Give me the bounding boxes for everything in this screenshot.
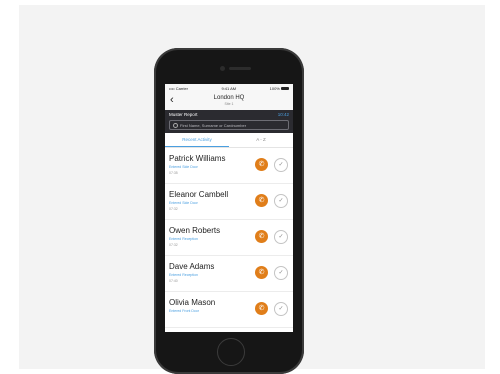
checkmark-icon[interactable]: ✓ bbox=[274, 194, 288, 208]
person-time: 07:32 bbox=[169, 207, 178, 211]
list-item[interactable]: Dave Adams Entered Reception 07:40 ✆ ✓ bbox=[165, 256, 293, 292]
battery-icon bbox=[280, 87, 289, 91]
report-label: Muster Report bbox=[169, 112, 198, 117]
phone-icon[interactable]: ✆ bbox=[255, 302, 268, 315]
person-name: Eleanor Cambell bbox=[169, 190, 229, 199]
checkmark-icon[interactable]: ✓ bbox=[274, 158, 288, 172]
clock: 9:41 AM bbox=[221, 86, 237, 91]
person-list: Patrick Williams Entered Side Door 07:35… bbox=[165, 148, 293, 328]
phone-icon[interactable]: ✆ bbox=[255, 266, 268, 279]
person-activity: Entered Front Door bbox=[169, 309, 199, 313]
person-activity: Entered Side Door bbox=[169, 201, 198, 205]
page-title: London HQ bbox=[213, 95, 245, 101]
nav-bar: ‹ London HQ Site 1 bbox=[165, 93, 293, 110]
person-activity: Entered Side Door bbox=[169, 165, 198, 169]
person-time: 07:35 bbox=[169, 171, 178, 175]
list-item[interactable]: Owen Roberts Entered Reception 07:32 ✆ ✓ bbox=[165, 220, 293, 256]
person-activity: Entered Reception bbox=[169, 273, 198, 277]
person-name: Dave Adams bbox=[169, 262, 215, 271]
phone-icon[interactable]: ✆ bbox=[255, 158, 268, 171]
camera-icon bbox=[220, 66, 225, 71]
tab-bar: Recent Activity A - Z bbox=[165, 133, 293, 148]
person-time: 07:32 bbox=[169, 243, 178, 247]
person-activity: Entered Reception bbox=[169, 237, 198, 241]
battery-status: 100% bbox=[270, 86, 289, 91]
checkmark-icon[interactable]: ✓ bbox=[274, 302, 288, 316]
search-input[interactable]: First Name, Surname or Cardnumber bbox=[169, 120, 289, 130]
page-subtitle: Site 1 bbox=[224, 102, 234, 106]
tab-recent-activity[interactable]: Recent Activity bbox=[165, 133, 229, 147]
home-button[interactable] bbox=[217, 338, 245, 366]
speaker-grille bbox=[229, 67, 251, 70]
checkmark-icon[interactable]: ✓ bbox=[274, 266, 288, 280]
phone-screen: •••• Carrier 9:41 AM 100% ‹ London HQ Si… bbox=[165, 84, 293, 332]
search-placeholder: First Name, Surname or Cardnumber bbox=[180, 122, 247, 128]
report-time: 10:42 bbox=[277, 112, 289, 117]
report-header: Muster Report 10:42 First Name, Surname … bbox=[165, 110, 293, 133]
person-name: Olivia Mason bbox=[169, 298, 216, 307]
tab-a-z[interactable]: A - Z bbox=[229, 133, 293, 147]
list-item[interactable]: Eleanor Cambell Entered Side Door 07:32 … bbox=[165, 184, 293, 220]
phone-frame: •••• Carrier 9:41 AM 100% ‹ London HQ Si… bbox=[154, 48, 304, 374]
phone-icon[interactable]: ✆ bbox=[255, 230, 268, 243]
carrier-label: •••• Carrier bbox=[169, 86, 188, 91]
phone-icon[interactable]: ✆ bbox=[255, 194, 268, 207]
search-icon bbox=[173, 122, 178, 128]
checkmark-icon[interactable]: ✓ bbox=[274, 230, 288, 244]
person-name: Owen Roberts bbox=[169, 226, 221, 235]
list-item[interactable]: Patrick Williams Entered Side Door 07:35… bbox=[165, 148, 293, 184]
status-bar: •••• Carrier 9:41 AM 100% bbox=[165, 84, 293, 93]
list-item[interactable]: Olivia Mason Entered Front Door ✆ ✓ bbox=[165, 292, 293, 328]
person-name: Patrick Williams bbox=[169, 154, 226, 163]
person-time: 07:40 bbox=[169, 279, 178, 283]
